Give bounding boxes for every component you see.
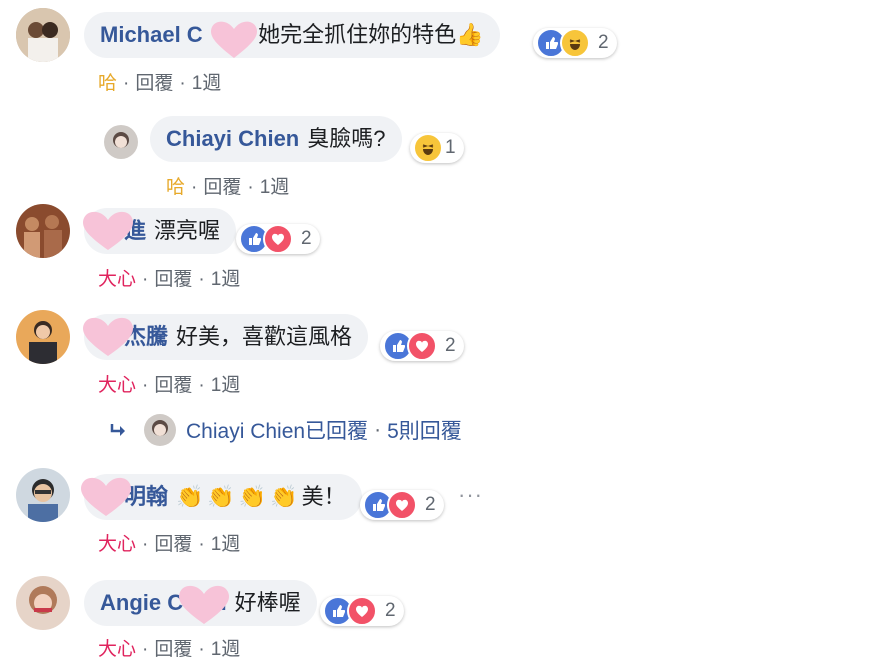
comment-text: 漂亮喔 — [154, 218, 221, 243]
reply-link[interactable]: 回覆 — [154, 375, 192, 396]
comment-bubble: Angie Cn 好棒喔 — [84, 580, 317, 626]
commenter-name[interactable]: Angie Cn — [100, 590, 227, 615]
reaction-summary[interactable]: 1 — [410, 133, 464, 163]
reaction-summary[interactable]: 2 — [236, 224, 320, 254]
reaction-label[interactable]: 哈 — [98, 73, 117, 94]
comment-bubble: 明翰 👏👏👏👏美！ — [84, 474, 362, 520]
reply-count: 5則回覆 — [387, 420, 462, 443]
love-icon — [263, 224, 293, 254]
comment-bubble: Chiayi Chien 臭臉嗎? — [150, 116, 402, 162]
comment-text: 她完全抓住妳的特色 — [258, 22, 457, 47]
love-icon — [387, 490, 417, 520]
view-replies-link[interactable]: Chiayi Chien已回覆 · 5則回覆 — [108, 414, 462, 446]
avatar — [144, 414, 176, 446]
clap-emoji: 👏👏👏👏 — [176, 484, 302, 509]
reaction-label[interactable]: 大心 — [98, 375, 136, 396]
commenter-name[interactable]: Michael Cg — [100, 22, 250, 47]
timestamp[interactable]: 1週 — [211, 534, 241, 555]
love-icon — [407, 331, 437, 361]
avatar[interactable] — [16, 8, 70, 62]
commenter-name[interactable]: 明翰 — [100, 484, 168, 509]
comment-actions: 哈 · 回覆 · 1週 — [166, 177, 290, 198]
comment-text: 好美，喜歡這風格 — [176, 324, 353, 349]
reply-link[interactable]: 回覆 — [135, 73, 173, 94]
reaction-summary[interactable]: 2 — [360, 490, 444, 520]
avatar[interactable] — [16, 204, 70, 258]
haha-icon — [560, 28, 590, 58]
reaction-count: 2 — [385, 600, 396, 621]
comment-actions: 大心 · 回覆 · 1週 — [98, 534, 241, 555]
comment-text: 美！ — [301, 484, 346, 509]
avatar[interactable] — [16, 468, 70, 522]
reaction-label[interactable]: 哈 — [166, 177, 185, 198]
reaction-count: 2 — [425, 494, 436, 515]
comment-actions: 大心 · 回覆 · 1週 — [98, 269, 241, 290]
timestamp[interactable]: 1週 — [211, 375, 241, 396]
more-options-icon[interactable]: ··· — [458, 482, 483, 508]
comment-bubble: 杰騰 好美，喜歡這風格 — [84, 314, 369, 360]
avatar[interactable] — [16, 576, 70, 630]
reaction-label[interactable]: 大心 — [98, 639, 136, 660]
commenter-name[interactable]: Chiayi Chien — [166, 126, 299, 151]
reaction-count: 1 — [445, 137, 456, 158]
comment-actions: 大心 · 回覆 · 1週 — [98, 639, 241, 660]
reply-summary-text: Chiayi Chien已回覆 — [186, 420, 369, 443]
reaction-count: 2 — [445, 335, 456, 356]
timestamp[interactable]: 1週 — [260, 177, 290, 198]
reaction-label[interactable]: 大心 — [98, 534, 136, 555]
reaction-summary[interactable]: 2 — [320, 596, 404, 626]
comment-actions: 哈 · 回覆 · 1週 — [98, 73, 222, 94]
haha-icon — [413, 133, 443, 163]
reaction-summary[interactable]: 2 — [533, 28, 617, 58]
reaction-count: 2 — [598, 32, 609, 53]
comment-text: 好棒喔 — [234, 590, 301, 615]
thumbs-up-emoji: 👍 — [456, 22, 484, 47]
timestamp[interactable]: 1週 — [192, 73, 222, 94]
commenter-name[interactable]: 進 — [100, 218, 146, 243]
love-icon — [347, 596, 377, 626]
avatar[interactable] — [104, 125, 138, 159]
reply-link[interactable]: 回覆 — [154, 534, 192, 555]
reply-link[interactable]: 回覆 — [154, 269, 192, 290]
comment-bubble: 進漂亮喔 — [84, 208, 237, 254]
reaction-count: 2 — [301, 228, 312, 249]
comment-bubble: Michael Cg 她完全抓住妳的特色👍 — [84, 12, 500, 58]
timestamp[interactable]: 1週 — [211, 269, 241, 290]
reaction-label[interactable]: 大心 — [98, 269, 136, 290]
avatar[interactable] — [16, 310, 70, 364]
reply-link[interactable]: 回覆 — [154, 639, 192, 660]
comment-text: 臭臉嗎? — [307, 126, 386, 151]
commenter-name[interactable]: 杰騰 — [100, 324, 168, 349]
reaction-summary[interactable]: 2 — [380, 331, 464, 361]
reply-link[interactable]: 回覆 — [203, 177, 241, 198]
comment-actions: 大心 · 回覆 · 1週 — [98, 375, 241, 396]
reply-arrow-icon — [110, 424, 125, 436]
timestamp[interactable]: 1週 — [211, 639, 241, 660]
